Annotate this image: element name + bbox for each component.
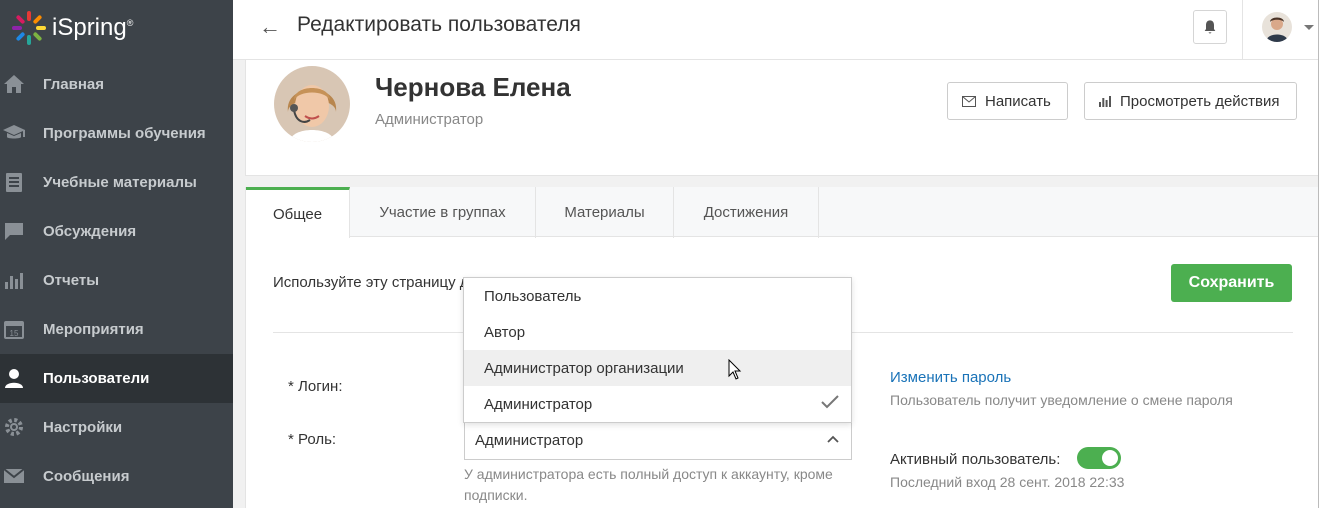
sidebar-item-label: Мероприятия <box>43 321 144 338</box>
role-hint: У администратора есть полный доступ к ак… <box>464 466 833 503</box>
role-option-label: Пользователь <box>484 288 582 305</box>
role-option-user[interactable]: Пользователь <box>464 278 851 314</box>
topbar-divider <box>1242 0 1243 60</box>
user-name: Чернова Елена <box>375 72 571 102</box>
write-message-button[interactable]: Написать <box>947 82 1068 120</box>
home-icon <box>4 75 24 93</box>
user-role: Администратор <box>375 111 484 128</box>
mouse-cursor-icon <box>728 359 742 380</box>
sidebar-item-label: Настройки <box>43 419 123 436</box>
sidebar-item-home[interactable]: Главная <box>0 60 233 109</box>
role-option-label: Администратор <box>484 396 593 413</box>
envelope-icon <box>3 468 25 483</box>
sidebar-item-reports[interactable]: Отчеты <box>0 256 233 305</box>
role-option-label: Администратор организации <box>484 360 684 377</box>
active-user-label: Активный пользователь: <box>890 451 1061 468</box>
user-avatar <box>274 66 350 142</box>
ispring-flower-icon <box>12 11 46 45</box>
sidebar-item-materials[interactable]: Учебные материалы <box>0 158 233 207</box>
svg-text:15: 15 <box>10 329 19 338</box>
logo-text: iSpring® <box>52 14 134 41</box>
role-option-admin[interactable]: Администратор <box>464 386 851 422</box>
write-message-label: Написать <box>985 92 1051 110</box>
bar-chart-icon <box>5 273 23 289</box>
sidebar-item-label: Программы обучения <box>43 125 206 142</box>
sidebar-item-settings[interactable]: Настройки <box>0 403 233 452</box>
change-password-link[interactable]: Изменить пароль <box>890 369 1011 386</box>
sidebar: iSpring® Главная Программы обучения Учеб… <box>0 0 233 508</box>
sidebar-item-label: Сообщения <box>43 468 130 485</box>
tab-group-membership[interactable]: Участие в группах <box>350 187 536 238</box>
notifications-button[interactable] <box>1193 10 1227 44</box>
tab-general[interactable]: Общее <box>246 187 350 238</box>
role-dropdown: Пользователь Автор Администратор организ… <box>463 277 852 423</box>
sidebar-item-learning-programs[interactable]: Программы обучения <box>0 109 233 158</box>
view-actions-label: Просмотреть действия <box>1120 92 1280 110</box>
calendar-icon: 15 <box>4 321 24 339</box>
last-login-text: Последний вход 28 сент. 2018 22:33 <box>890 474 1125 490</box>
graduation-cap-icon <box>3 125 25 139</box>
save-button[interactable]: Сохранить <box>1171 264 1292 302</box>
role-option-org-admin[interactable]: Администратор организации <box>464 350 851 386</box>
avatar-image <box>1262 12 1292 42</box>
page-title: Редактировать пользователя <box>297 13 581 36</box>
active-user-toggle[interactable] <box>1077 447 1121 469</box>
sidebar-item-label: Отчеты <box>43 272 100 289</box>
sidebar-item-discussions[interactable]: Обсуждения <box>0 207 233 256</box>
topbar: ← Редактировать пользователя <box>233 0 1319 60</box>
chat-icon <box>5 223 23 240</box>
role-option-label: Автор <box>484 324 526 341</box>
sidebar-item-label: Пользователи <box>43 370 150 387</box>
current-user-avatar[interactable] <box>1262 12 1292 42</box>
ispring-logo[interactable]: iSpring® <box>10 8 133 48</box>
sidebar-item-users[interactable]: Пользователи <box>0 354 233 403</box>
book-icon <box>6 173 22 192</box>
profile-card: Чернова Елена Администратор Написать Про… <box>245 60 1319 176</box>
role-select-value: Администратор <box>475 432 584 449</box>
sidebar-item-label: Главная <box>43 76 105 93</box>
checkmark-icon <box>821 395 839 409</box>
tab-materials[interactable]: Материалы <box>536 187 674 238</box>
envelope-icon <box>962 95 976 107</box>
role-select[interactable]: Администратор <box>464 422 852 460</box>
sidebar-item-label: Учебные материалы <box>43 174 197 191</box>
role-option-author[interactable]: Автор <box>464 314 851 350</box>
user-menu-caret-icon[interactable] <box>1304 25 1314 30</box>
role-label: * Роль: <box>288 431 337 448</box>
chevron-up-icon <box>827 435 839 443</box>
avatar-photo <box>274 66 350 142</box>
login-label: * Логин: <box>288 378 343 395</box>
password-note: Пользователь получит уведомление о смене… <box>890 392 1233 408</box>
gear-icon <box>5 418 23 436</box>
intro-text: Используйте эту страницу для <box>273 274 473 291</box>
sidebar-item-messages[interactable]: Сообщения <box>0 452 233 501</box>
sidebar-item-events[interactable]: 15 Мероприятия <box>0 305 233 354</box>
bar-chart-icon <box>1099 95 1111 107</box>
toggle-knob <box>1102 450 1118 466</box>
user-icon <box>5 369 23 388</box>
bell-icon <box>1204 20 1216 34</box>
view-actions-button[interactable]: Просмотреть действия <box>1084 82 1297 120</box>
sidebar-item-label: Обсуждения <box>43 223 137 240</box>
tab-achievements[interactable]: Достижения <box>674 187 819 238</box>
back-arrow-icon[interactable]: ← <box>259 14 281 40</box>
